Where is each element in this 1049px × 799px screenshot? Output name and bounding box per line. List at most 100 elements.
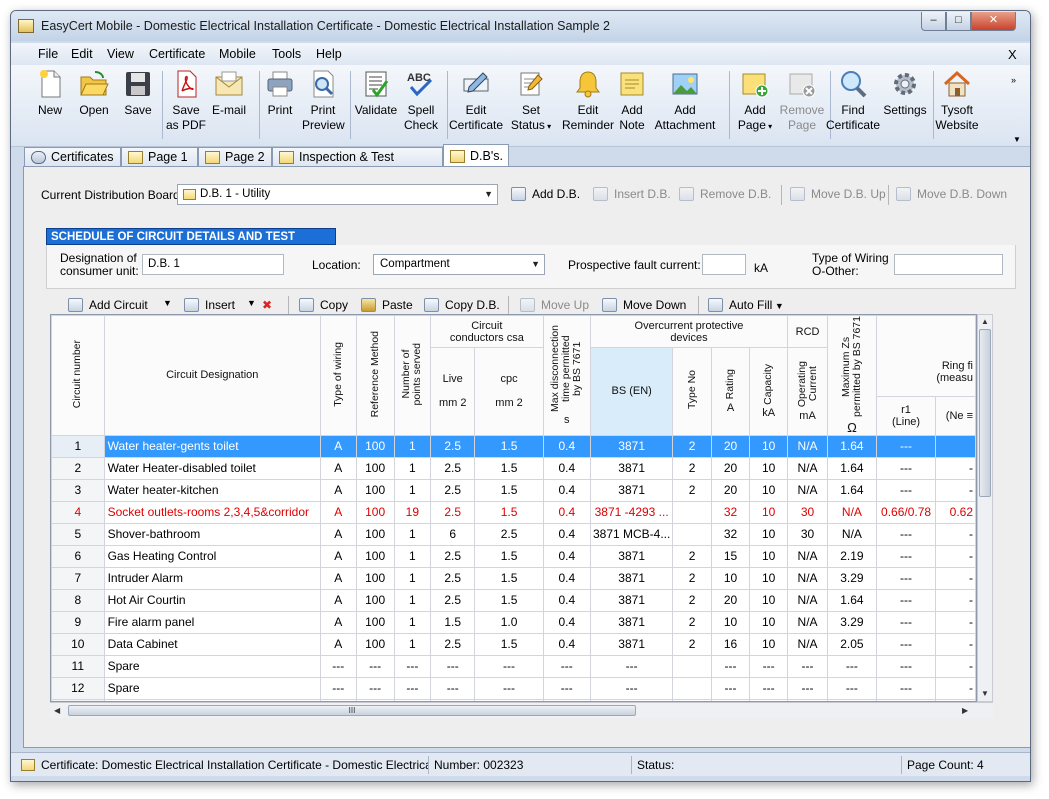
set-status-button[interactable]: Set Status ▾ [508, 69, 554, 134]
table-cell[interactable]: 1.5 [474, 500, 544, 524]
table-cell[interactable]: 100 [355, 478, 395, 502]
table-cell[interactable]: 10 [749, 544, 788, 568]
table-row[interactable]: 11 Spare --- --- --- --- --- --- --- --- --- --- ---… [51, 654, 976, 678]
table-cell[interactable]: --- [827, 654, 877, 678]
table-cell[interactable]: 2.5 [430, 500, 476, 524]
add-attachment-button[interactable]: Add Attachment [652, 69, 718, 133]
spell-check-button[interactable]: ABC Spell Check [402, 69, 440, 133]
col-header-bs-en[interactable]: BS (EN) [589, 347, 674, 436]
table-cell[interactable]: --- [875, 610, 937, 634]
table-cell[interactable]: 30 [786, 522, 829, 546]
table-cell[interactable]: 2 [672, 632, 712, 656]
table-cell[interactable]: 1.0 [474, 610, 544, 634]
table-cell[interactable]: --- [827, 676, 877, 700]
circuit-number-cell[interactable]: 12 [51, 676, 105, 700]
print-button[interactable]: Print [262, 69, 298, 118]
table-cell[interactable]: --- [875, 654, 937, 678]
col-header-capacity[interactable]: Capacity kA [749, 347, 788, 436]
table-cell[interactable]: 3871 [589, 588, 674, 612]
table-cell[interactable]: 10 [749, 456, 788, 480]
table-cell[interactable]: A [319, 434, 357, 458]
table-cell[interactable]: 10 [749, 566, 788, 590]
table-cell[interactable]: 0.4 [542, 566, 591, 590]
table-cell[interactable]: - [935, 456, 976, 480]
table-cell[interactable]: 0.4 [542, 632, 591, 656]
table-cell[interactable]: N/A [786, 610, 829, 634]
table-row[interactable]: 4 Socket outlets-rooms 2,3,4,5&corridor A 1… [51, 500, 976, 524]
table-cell[interactable]: --- [355, 676, 395, 700]
circuit-designation-cell[interactable]: Water Heater-disabled toilet [103, 456, 321, 480]
col-header-reference-method[interactable]: Reference Method [355, 315, 395, 436]
table-cell[interactable]: 10 [749, 434, 788, 458]
table-row[interactable]: 2 Water Heater-disabled toilet A 100 1 2.5 1.5… [51, 456, 976, 480]
table-cell[interactable]: 2.05 [827, 632, 877, 656]
circuit-designation-cell[interactable]: Gas Heating Control [103, 544, 321, 568]
table-cell[interactable]: N/A [786, 632, 829, 656]
table-cell[interactable]: 100 [355, 566, 395, 590]
table-cell[interactable]: 0.62 [935, 500, 976, 524]
table-cell[interactable]: 3871 [589, 632, 674, 656]
table-cell[interactable]: 15 [710, 544, 751, 568]
table-cell[interactable]: 0.4 [542, 434, 591, 458]
add-circuit-dropdown[interactable]: ▼ [163, 298, 172, 308]
table-cell[interactable]: 2 [672, 566, 712, 590]
table-cell[interactable]: --- [749, 654, 788, 678]
designation-input[interactable]: D.B. 1 [142, 254, 284, 275]
table-cell[interactable]: N/A [786, 588, 829, 612]
table-cell[interactable]: - [935, 654, 976, 678]
table-cell[interactable]: --- [393, 654, 432, 678]
table-cell[interactable]: --- [319, 676, 357, 700]
table-cell[interactable]: N/A [786, 478, 829, 502]
tab-dbs[interactable]: D.B's. [443, 144, 509, 168]
table-cell[interactable]: --- [430, 676, 476, 700]
table-cell[interactable]: 30 [786, 500, 829, 524]
table-row[interactable]: 1 Water heater-gents toilet A 100 1 2.5 1.5 0.4… [51, 434, 976, 458]
table-cell[interactable]: 2.5 [474, 522, 544, 546]
table-cell[interactable]: 1 [393, 588, 432, 612]
circuit-designation-cell[interactable]: Fire alarm panel [103, 610, 321, 634]
table-cell[interactable]: - [935, 566, 976, 590]
table-cell[interactable]: 10 [749, 500, 788, 524]
tab-certificates[interactable]: Certificates [24, 147, 121, 167]
table-cell[interactable] [672, 522, 712, 546]
menu-tools[interactable]: Tools [272, 47, 301, 61]
circuit-designation-cell[interactable]: Intruder Alarm [103, 566, 321, 590]
table-cell[interactable]: - [935, 544, 976, 568]
table-cell[interactable]: --- [875, 588, 937, 612]
table-cell[interactable]: 20 [710, 588, 751, 612]
col-header-max-disconnection[interactable]: Max disconnection time permitted by BS 767… [542, 315, 591, 436]
table-cell[interactable]: --- [710, 654, 751, 678]
table-cell[interactable]: 1.5 [474, 478, 544, 502]
circuit-designation-cell[interactable]: Spare [103, 654, 321, 678]
table-cell[interactable]: 2.5 [430, 478, 476, 502]
table-cell[interactable]: 0.66/0.78 [875, 500, 937, 524]
table-cell[interactable]: 100 [355, 522, 395, 546]
maximize-button[interactable]: □ [946, 12, 971, 31]
table-cell[interactable]: 10 [749, 478, 788, 502]
paste-button[interactable]: Paste [361, 298, 413, 312]
col-header-type-no[interactable]: Type No [672, 347, 712, 436]
table-cell[interactable]: 2.5 [430, 588, 476, 612]
table-cell[interactable]: --- [474, 654, 544, 678]
circuit-designation-cell[interactable]: Water heater-kitchen [103, 478, 321, 502]
col-header-circuit-designation[interactable]: Circuit Designation [103, 315, 321, 436]
table-cell[interactable]: --- [749, 676, 788, 700]
table-cell[interactable]: 1.64 [827, 588, 877, 612]
table-cell[interactable]: 3871 [589, 456, 674, 480]
open-button[interactable]: Open [74, 69, 114, 118]
table-cell[interactable]: --- [355, 654, 395, 678]
table-cell[interactable]: 1 [393, 456, 432, 480]
table-cell[interactable]: 16 [710, 632, 751, 656]
table-cell[interactable]: 10 [749, 588, 788, 612]
table-cell[interactable]: --- [430, 654, 476, 678]
move-db-down-button[interactable]: Move D.B. Down [896, 187, 1007, 201]
table-cell[interactable]: --- [393, 676, 432, 700]
table-cell[interactable] [672, 500, 712, 524]
delete-circuit-icon[interactable]: ✖ [262, 298, 272, 312]
table-cell[interactable]: 32 [710, 522, 751, 546]
table-cell[interactable]: 1 [393, 632, 432, 656]
table-cell[interactable]: 100 [355, 588, 395, 612]
table-cell[interactable]: 2 [672, 610, 712, 634]
table-cell[interactable]: --- [542, 676, 591, 700]
table-cell[interactable]: --- [319, 654, 357, 678]
